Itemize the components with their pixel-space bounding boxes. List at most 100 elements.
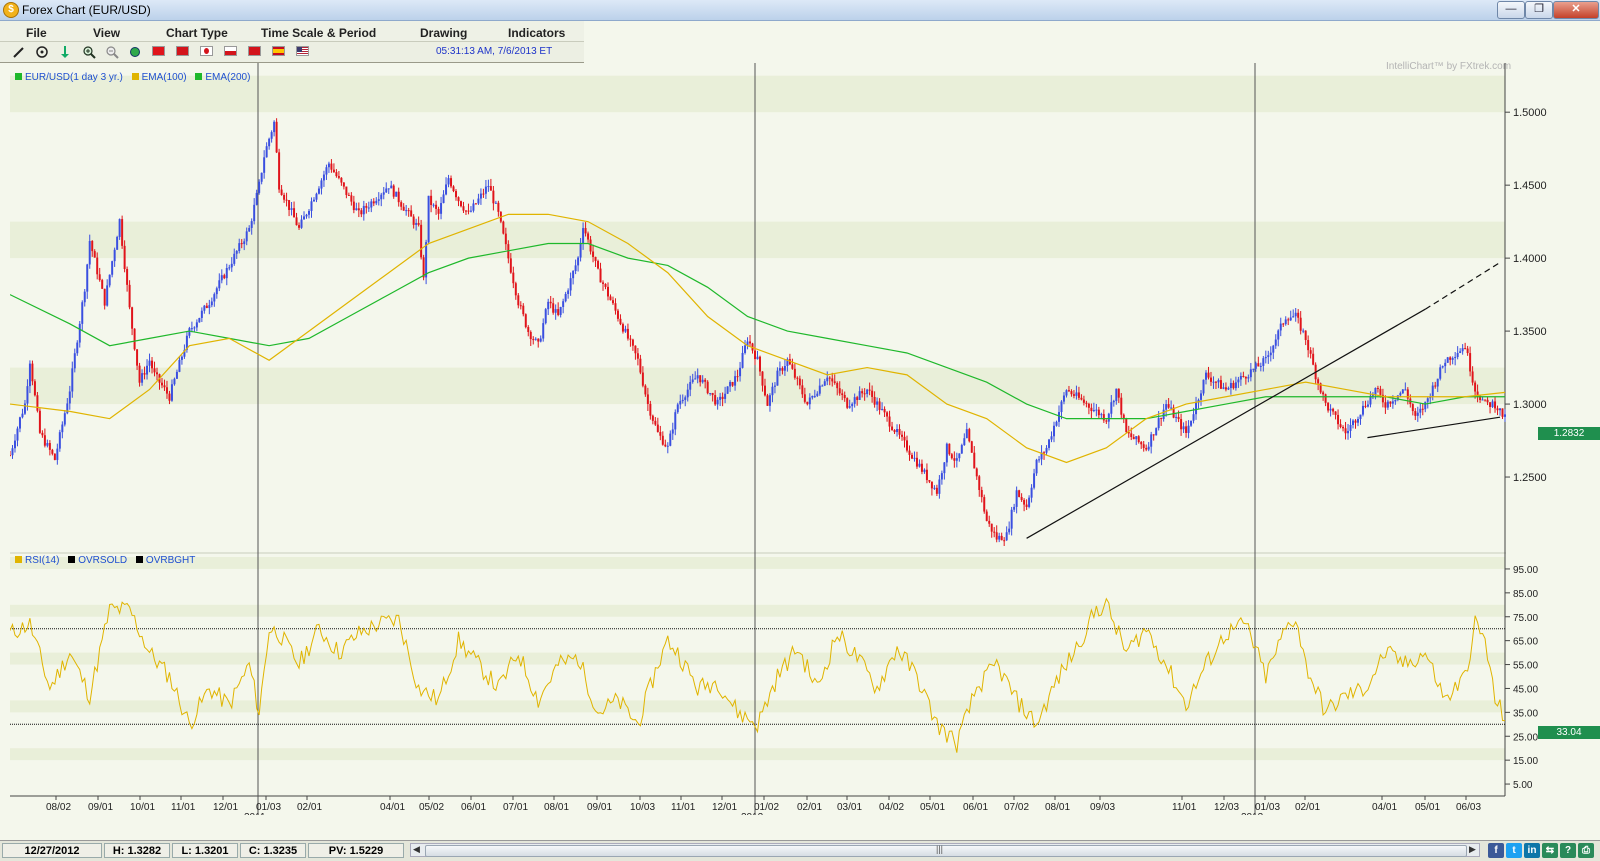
candle-body <box>614 303 617 311</box>
candle-body <box>484 186 487 194</box>
menu-indicators[interactable]: Indicators <box>508 26 565 40</box>
candle-body <box>781 368 784 371</box>
pencil-icon[interactable] <box>11 45 25 59</box>
candle-body <box>1195 402 1198 415</box>
candle-body <box>940 473 943 480</box>
candle-body <box>990 523 993 532</box>
candle-body <box>1436 378 1439 387</box>
candle-body <box>572 271 575 279</box>
candle-body <box>218 280 221 289</box>
menu-time-scale[interactable]: Time Scale & Period <box>261 26 376 40</box>
rsi-band <box>10 748 1505 761</box>
candle-body <box>597 260 600 269</box>
candle-body <box>734 376 737 386</box>
candle-body <box>1486 399 1489 403</box>
candle-body <box>970 441 973 453</box>
candle-body <box>362 205 365 215</box>
scroll-left-icon[interactable]: ◀ <box>413 844 420 855</box>
candle-body <box>1130 433 1133 437</box>
candle-body <box>293 208 296 218</box>
linkedin-icon[interactable]: in <box>1524 843 1540 858</box>
candle-body <box>1282 323 1285 325</box>
zoom-in-icon[interactable] <box>82 45 96 59</box>
help-icon[interactable]: ? <box>1560 843 1576 858</box>
candle-body <box>188 328 191 336</box>
minimize-button[interactable]: — <box>1497 1 1525 19</box>
rsi-y-tick-label: 75.00 <box>1513 613 1538 624</box>
horizontal-scrollbar[interactable]: ◀ ||| ▶ <box>410 843 1480 857</box>
close-button[interactable]: ✕ <box>1553 1 1599 19</box>
candle-body <box>28 363 31 387</box>
flag-poland-icon[interactable] <box>224 46 237 56</box>
zoom-out-icon[interactable] <box>105 45 119 59</box>
candle-body <box>532 339 535 341</box>
candle-body <box>626 328 629 339</box>
candle-body <box>213 294 216 302</box>
candle-body <box>891 426 894 431</box>
candle-body <box>1426 398 1429 402</box>
flag-china-icon[interactable] <box>152 46 165 56</box>
candle-body <box>270 132 273 139</box>
candle-body <box>288 200 291 210</box>
candle-body <box>402 206 405 211</box>
candle-body <box>1135 436 1138 440</box>
twitter-icon[interactable]: t <box>1506 843 1522 858</box>
menu-chart-type[interactable]: Chart Type <box>166 26 228 40</box>
menu-drawing[interactable]: Drawing <box>420 26 467 40</box>
rsi-band <box>10 557 1505 569</box>
flag-united-states-icon[interactable] <box>296 46 309 56</box>
candle-body <box>437 208 440 214</box>
candle-body <box>1424 401 1427 410</box>
print-icon[interactable]: ⎙ <box>1578 843 1594 858</box>
candle-body <box>1020 496 1023 501</box>
candle-body <box>390 185 393 189</box>
candle-body <box>1107 413 1110 422</box>
candle-body <box>1232 382 1235 389</box>
candle-body <box>1072 394 1075 396</box>
candle-body <box>504 233 507 245</box>
current-rsi-tag: 33.04 <box>1538 726 1600 739</box>
candle-body <box>816 393 819 396</box>
scroll-right-icon[interactable]: ▶ <box>1469 844 1476 855</box>
candle-body <box>425 242 428 278</box>
candle-body <box>1152 434 1155 436</box>
window-title: Forex Chart (EUR/USD) <box>22 3 151 17</box>
candle-body <box>1277 330 1280 340</box>
candle-body <box>758 356 761 372</box>
candle-body <box>1214 381 1217 383</box>
facebook-icon[interactable]: f <box>1488 843 1504 858</box>
year-label: 2011 <box>244 812 266 815</box>
x-tick-label: 12/01 <box>213 802 238 813</box>
menu-file[interactable]: File <box>26 26 47 40</box>
candle-body <box>462 206 465 211</box>
candle-body <box>582 228 585 244</box>
flag-turkey-icon[interactable] <box>248 46 261 56</box>
candle-body <box>866 389 869 394</box>
candle-body <box>180 356 183 360</box>
legend-oversold: OVRSOLD <box>68 555 127 566</box>
share-icon[interactable]: ⇆ <box>1542 843 1558 858</box>
candle-body <box>756 356 759 360</box>
globe-icon[interactable] <box>128 45 142 59</box>
crosshair-icon[interactable] <box>35 45 49 59</box>
candle-body <box>417 223 420 225</box>
window-titlebar: $ Forex Chart (EUR/USD) — ❐ ✕ <box>0 0 1600 21</box>
flag-spain-icon[interactable] <box>272 46 285 56</box>
flag-hong-kong-icon[interactable] <box>176 46 189 56</box>
candle-body <box>1352 420 1355 426</box>
chart-area[interactable]: 1.5000 1.4500 1.4000 1.3500 1.3000 1.2500 95.0… <box>10 63 1547 815</box>
candle-body <box>447 178 450 185</box>
y-tick-label: 1.3500 <box>1513 326 1547 338</box>
chart-canvas[interactable]: 1.5000 1.4500 1.4000 1.3500 1.3000 1.2500 95.0… <box>10 63 1600 815</box>
menu-view[interactable]: View <box>93 26 120 40</box>
candle-body <box>609 296 612 301</box>
scrollbar-thumb[interactable]: ||| <box>425 844 1467 857</box>
candle-body <box>938 479 941 494</box>
restore-button[interactable]: ❐ <box>1525 1 1553 19</box>
candle-body <box>1454 356 1457 359</box>
flag-japan-icon[interactable] <box>200 46 213 56</box>
candle-body <box>1312 353 1315 365</box>
candle-body <box>706 381 709 394</box>
arrow-down-icon[interactable] <box>58 45 72 59</box>
candle-body <box>340 177 343 183</box>
